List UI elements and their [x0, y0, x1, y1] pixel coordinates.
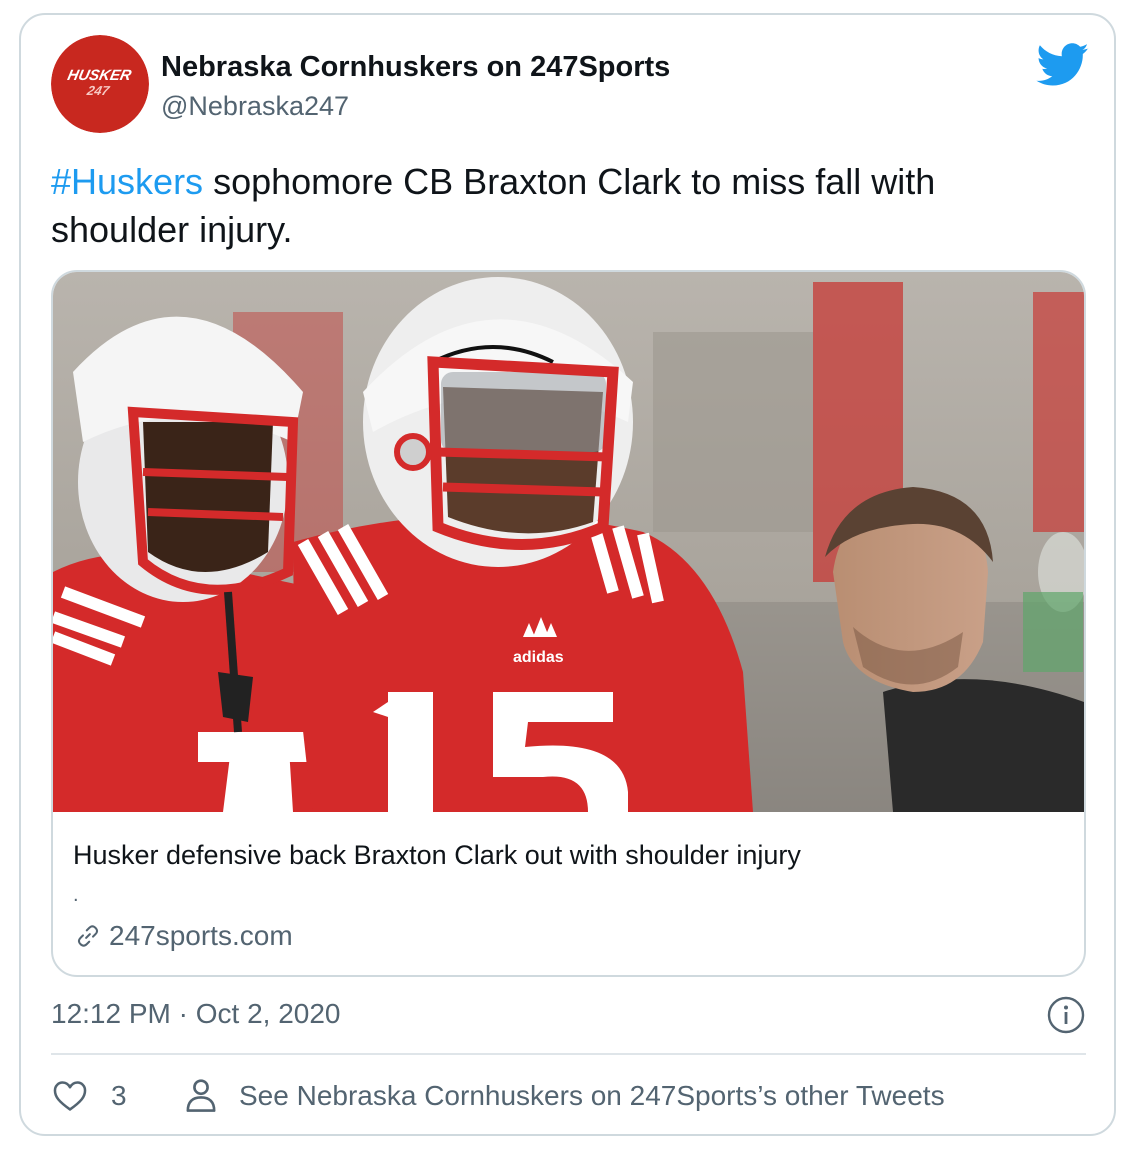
person-icon: [186, 1079, 216, 1112]
card-title[interactable]: Husker defensive back Braxton Clark out …: [73, 840, 801, 871]
card-domain[interactable]: 247sports.com: [73, 920, 293, 952]
tweet-card: HUSKER 247 Nebraska Cornhuskers on 247Sp…: [19, 13, 1116, 1136]
like-button[interactable]: 3: [51, 1077, 127, 1115]
card-description: .: [73, 884, 79, 906]
like-count: 3: [111, 1080, 127, 1111]
author-avatar[interactable]: HUSKER 247: [51, 35, 149, 133]
link-preview-card[interactable]: adidas Husker defensive back Braxton Cla…: [51, 270, 1086, 977]
info-icon[interactable]: [1046, 995, 1086, 1035]
divider: [51, 1053, 1086, 1055]
tweet-timestamp[interactable]: 12:12 PM · Oct 2, 2020: [51, 998, 341, 1030]
author-handle[interactable]: @Nebraska247: [161, 91, 349, 122]
svg-text:HUSKER: HUSKER: [66, 67, 133, 84]
svg-text:247: 247: [85, 83, 111, 98]
other-tweets-label: See Nebraska Cornhuskers on 247Sports’s …: [239, 1080, 945, 1111]
svg-text:adidas: adidas: [513, 649, 564, 666]
heart-icon: [53, 1081, 87, 1111]
other-tweets-link[interactable]: See Nebraska Cornhuskers on 247Sports’s …: [183, 1077, 945, 1115]
card-domain-text: 247sports.com: [109, 920, 293, 951]
card-image[interactable]: adidas: [53, 272, 1084, 812]
hashtag-link[interactable]: #Huskers: [51, 161, 203, 202]
link-icon: [77, 925, 99, 947]
tweet-text: #Huskers sophomore CB Braxton Clark to m…: [51, 158, 1081, 254]
author-name[interactable]: Nebraska Cornhuskers on 247Sports: [161, 51, 670, 84]
twitter-bird-icon[interactable]: [1036, 43, 1090, 87]
